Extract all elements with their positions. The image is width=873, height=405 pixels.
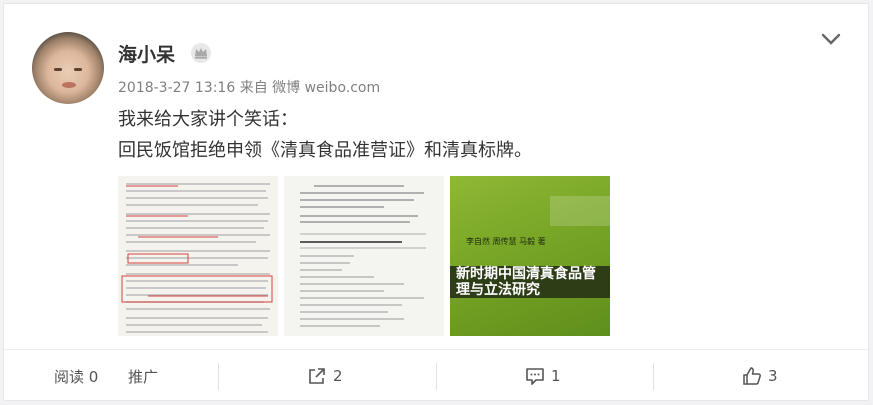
divider xyxy=(653,363,654,390)
book-title: 新时期中国清真食品管理与立法研究 xyxy=(456,266,596,298)
image-book-page[interactable] xyxy=(118,176,278,336)
avatar-eye xyxy=(74,68,82,71)
avatar[interactable] xyxy=(32,32,104,104)
post-text-line: 我来给大家讲个笑话： xyxy=(118,109,298,130)
read-count: 阅读 0 xyxy=(54,350,98,402)
post-text: 我来给大家讲个笑话： 回民饭馆拒绝申领《清真食品准营证》和清真标牌。 xyxy=(118,104,532,166)
image-book-cover[interactable]: 李自然 周传慧 马毅 著 新时期中国清真食品管理与立法研究 xyxy=(450,176,610,336)
read-count-label: 阅读 0 xyxy=(54,367,99,386)
avatar-mouth xyxy=(62,82,76,88)
crown-badge-icon[interactable] xyxy=(190,42,212,64)
post-meta: 2018-3-27 13:16 来自 微博 weibo.com xyxy=(118,80,381,96)
comment-count: 1 xyxy=(551,367,561,385)
promote-label: 推广 xyxy=(128,367,159,386)
action-bar: 阅读 0 推广 2 1 3 xyxy=(4,349,868,402)
copyright-page-scan xyxy=(300,185,426,327)
repost-count: 2 xyxy=(333,367,343,385)
thumbs-up-icon xyxy=(743,367,761,385)
username[interactable]: 海小呆 xyxy=(118,40,175,67)
book-authors: 李自然 周传慧 马毅 著 xyxy=(466,237,546,246)
promote-button[interactable]: 推广 xyxy=(128,350,158,402)
comment-button[interactable]: 1 xyxy=(525,350,561,402)
share-icon xyxy=(309,368,325,384)
divider xyxy=(218,363,219,390)
like-button[interactable]: 3 xyxy=(742,350,778,402)
divider xyxy=(436,363,437,390)
comment-icon xyxy=(526,368,544,385)
chevron-down-icon[interactable] xyxy=(820,31,842,47)
weibo-post-card: 海小呆 2018-3-27 13:16 来自 微博 weibo.com 我来给大… xyxy=(3,3,869,401)
book-page-scan xyxy=(121,183,273,333)
cover-decoration xyxy=(550,196,610,226)
image-copyright-page[interactable] xyxy=(284,176,444,336)
like-count: 3 xyxy=(768,367,778,385)
avatar-eye xyxy=(54,68,62,71)
repost-button[interactable]: 2 xyxy=(307,350,343,402)
post-text-line: 回民饭馆拒绝申领《清真食品准营证》和清真标牌。 xyxy=(118,140,532,161)
